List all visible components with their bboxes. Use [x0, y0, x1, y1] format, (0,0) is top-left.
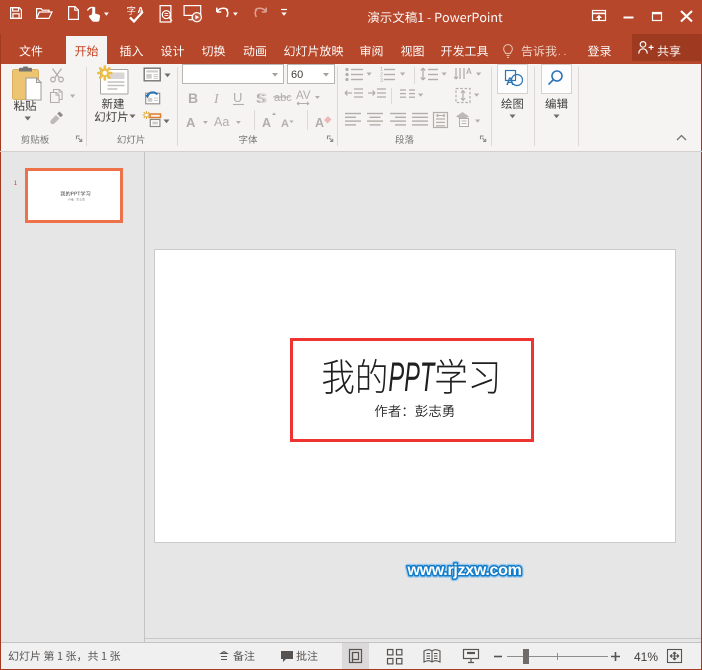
svg-text:60: 60 — [291, 69, 303, 81]
svg-text:B: B — [188, 90, 198, 106]
svg-text:A: A — [262, 116, 271, 130]
svg-text:. .: . . — [558, 47, 566, 58]
svg-text:www.rjzxw.com: www.rjzxw.com — [406, 562, 521, 579]
svg-text:A: A — [506, 76, 514, 88]
svg-text:41%: 41% — [634, 650, 658, 664]
svg-text:A: A — [186, 115, 196, 130]
svg-text:abc: abc — [274, 92, 292, 104]
svg-text:S: S — [258, 90, 267, 106]
svg-text:U: U — [233, 90, 242, 105]
svg-text:A: A — [315, 116, 324, 130]
svg-text:AV: AV — [296, 90, 311, 102]
svg-text:A: A — [281, 118, 289, 130]
svg-text:Aa: Aa — [214, 115, 229, 129]
svg-text:3: 3 — [380, 78, 383, 84]
svg-text:A: A — [466, 67, 472, 76]
